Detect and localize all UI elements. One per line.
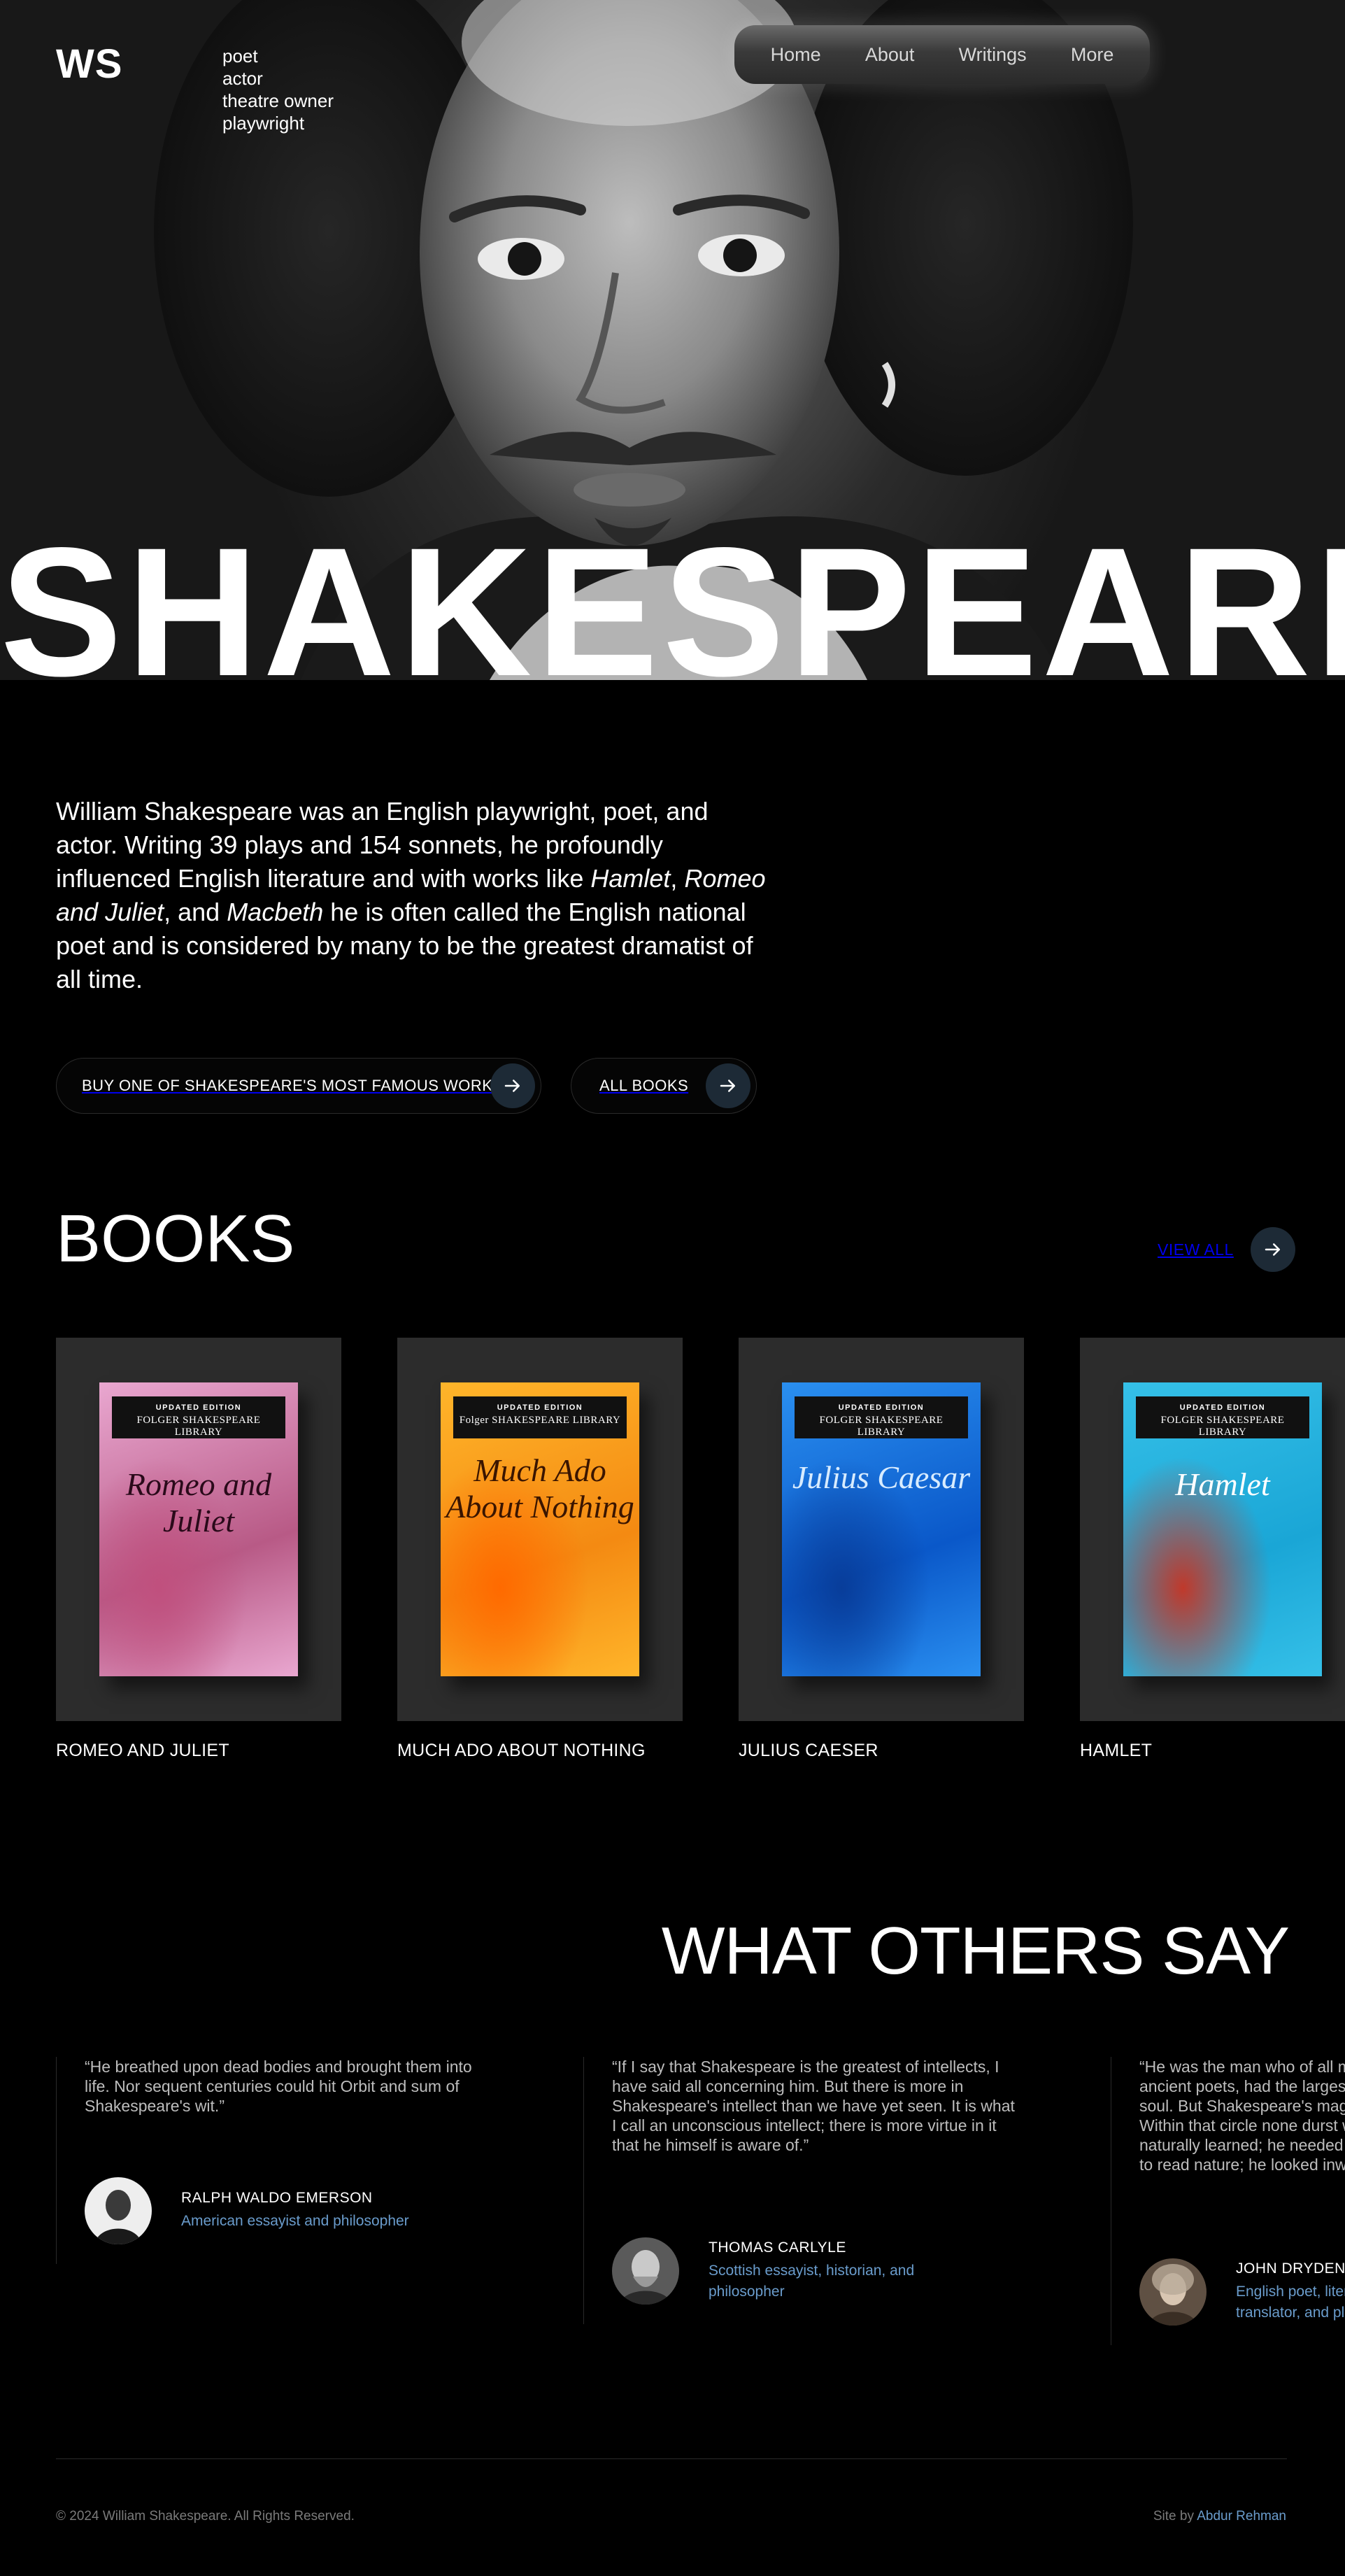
arrow-right-icon [490,1063,535,1108]
testimonial-quote: “If I say that Shakespeare is the greate… [612,2058,1015,2154]
cover-banner: UPDATED EDITION Folger SHAKESPEARE LIBRA… [453,1396,627,1438]
nav-link-about[interactable]: About [865,44,915,66]
footer-divider [56,2458,1287,2459]
book-cover-image: UPDATED EDITION FOLGER SHAKESPEARE LIBRA… [99,1382,298,1676]
arrow-right-icon [1250,1227,1295,1272]
intro-separator: , and [164,898,227,926]
credit-author-link[interactable]: Abdur Rehman [1197,2509,1286,2524]
cover-banner: UPDATED EDITION FOLGER SHAKESPEARE LIBRA… [1136,1396,1309,1438]
nav-link-writings[interactable]: Writings [959,44,1027,66]
hero-wordmark: SHAKESPEARE [0,509,1345,681]
book-cover-image: UPDATED EDITION Folger SHAKESPEARE LIBRA… [441,1382,639,1676]
book-title: HAMLET [1080,1741,1153,1760]
author-name: JOHN DRYDEN [1236,2260,1345,2277]
buy-famous-work-label: BUY ONE OF SHAKESPEARE'S MOST FAMOUS WOR… [82,1077,493,1094]
testimonial-quote: “He breathed upon dead bodies and brough… [85,2058,472,2115]
role-item: poet [222,45,258,66]
book-cover-frame: UPDATED EDITION FOLGER SHAKESPEARE LIBRA… [739,1338,1024,1721]
arrow-right-icon [706,1063,750,1108]
role-item: playwright [222,113,305,134]
book-cover-frame: UPDATED EDITION FOLGER SHAKESPEARE LIBRA… [56,1338,341,1721]
buy-famous-work-button[interactable]: BUY ONE OF SHAKESPEARE'S MOST FAMOUS WOR… [56,1058,541,1114]
testimonial-card: “He breathed upon dead bodies and brough… [56,2057,532,2264]
cover-title: Much Ado About Nothing [446,1452,634,1524]
author-avatar [85,2177,152,2244]
view-all-books-link[interactable]: VIEW ALL [1158,1227,1295,1272]
cover-edition: UPDATED EDITION [838,1403,925,1412]
book-card[interactable]: UPDATED EDITION FOLGER SHAKESPEARE LIBRA… [56,1338,341,1761]
role-item: actor [222,68,263,89]
cover-banner: UPDATED EDITION FOLGER SHAKESPEARE LIBRA… [112,1396,285,1438]
roles-list: poet actor theatre owner playwright [222,45,334,134]
book-cover-image: UPDATED EDITION FOLGER SHAKESPEARE LIBRA… [782,1382,981,1676]
cover-series: FOLGER SHAKESPEARE LIBRARY [819,1415,944,1438]
cover-edition: UPDATED EDITION [497,1403,583,1412]
author-role: English poet, literary critic, translato… [1236,2284,1345,2321]
testimonial-card: “If I say that Shakespeare is the greate… [583,2057,1073,2324]
intro-separator: , [670,864,685,893]
view-all-label: VIEW ALL [1158,1240,1234,1259]
author-name: THOMAS CARLYLE [709,2239,846,2256]
book-card[interactable]: UPDATED EDITION FOLGER SHAKESPEARE LIBRA… [739,1338,1024,1761]
role-item: theatre owner [222,90,334,111]
hero-section: WS poet actor theatre owner playwright H… [0,0,1345,680]
all-books-button[interactable]: ALL BOOKS [571,1058,757,1114]
author-avatar [1139,2258,1207,2326]
testimonial-quote: “He was the man who of all modern, and p… [1139,2058,1345,2174]
testimonials-section-title: WHAT OTHERS SAY [661,1913,1290,1988]
footer-copyright: © 2024 William Shakespeare. All Rights R… [56,2509,355,2524]
main-nav: Home About Writings More [734,25,1150,84]
intro-paragraph: William Shakespeare was an English playw… [56,795,769,996]
author-role: Scottish essayist, historian, and philos… [709,2263,915,2300]
nav-link-home[interactable]: Home [771,44,821,66]
books-section-title: BOOKS [56,1201,295,1276]
cover-banner: UPDATED EDITION FOLGER SHAKESPEARE LIBRA… [795,1396,968,1438]
intro-work-title: Hamlet [590,864,671,893]
book-cover-frame: UPDATED EDITION Folger SHAKESPEARE LIBRA… [397,1338,683,1721]
credit-prefix: Site by [1153,2509,1194,2524]
book-title: JULIUS CAESER [739,1741,878,1760]
author-name: RALPH WALDO EMERSON [181,2190,373,2206]
cover-series: FOLGER SHAKESPEARE LIBRARY [136,1415,261,1438]
cover-edition: UPDATED EDITION [1179,1403,1266,1412]
book-card[interactable]: UPDATED EDITION FOLGER SHAKESPEARE LIBRA… [1080,1338,1345,1761]
nav-link-more[interactable]: More [1071,44,1114,66]
all-books-label: ALL BOOKS [599,1077,689,1094]
book-cover-frame: UPDATED EDITION FOLGER SHAKESPEARE LIBRA… [1080,1338,1345,1721]
cover-title: Romeo and Juliet [125,1466,272,1538]
testimonial-author: JOHN DRYDEN English poet, literary criti… [1139,2258,1345,2326]
cover-title: Hamlet [1175,1466,1270,1502]
cover-series: FOLGER SHAKESPEARE LIBRARY [1160,1415,1285,1438]
footer-credit: Site by Abdur Rehman [1153,2509,1286,2524]
testimonial-card: “He was the man who of all modern, and p… [1111,2057,1345,2345]
site-logo[interactable]: WS [56,41,122,87]
testimonial-author: THOMAS CARLYLE Scottish essayist, histor… [612,2237,932,2305]
cover-title: Julius Caesar [792,1459,971,1495]
book-title: MUCH ADO ABOUT NOTHING [397,1741,646,1760]
cover-series: Folger SHAKESPEARE LIBRARY [459,1415,621,1426]
author-role: American essayist and philosopher [181,2213,409,2229]
book-cover-image: UPDATED EDITION FOLGER SHAKESPEARE LIBRA… [1123,1382,1322,1676]
intro-work-title: Macbeth [227,898,324,926]
cover-edition: UPDATED EDITION [155,1403,242,1412]
testimonial-author: RALPH WALDO EMERSON American essayist an… [85,2177,409,2244]
book-title: ROMEO AND JULIET [56,1741,229,1760]
author-avatar [612,2237,679,2305]
book-card[interactable]: UPDATED EDITION Folger SHAKESPEARE LIBRA… [397,1338,683,1761]
